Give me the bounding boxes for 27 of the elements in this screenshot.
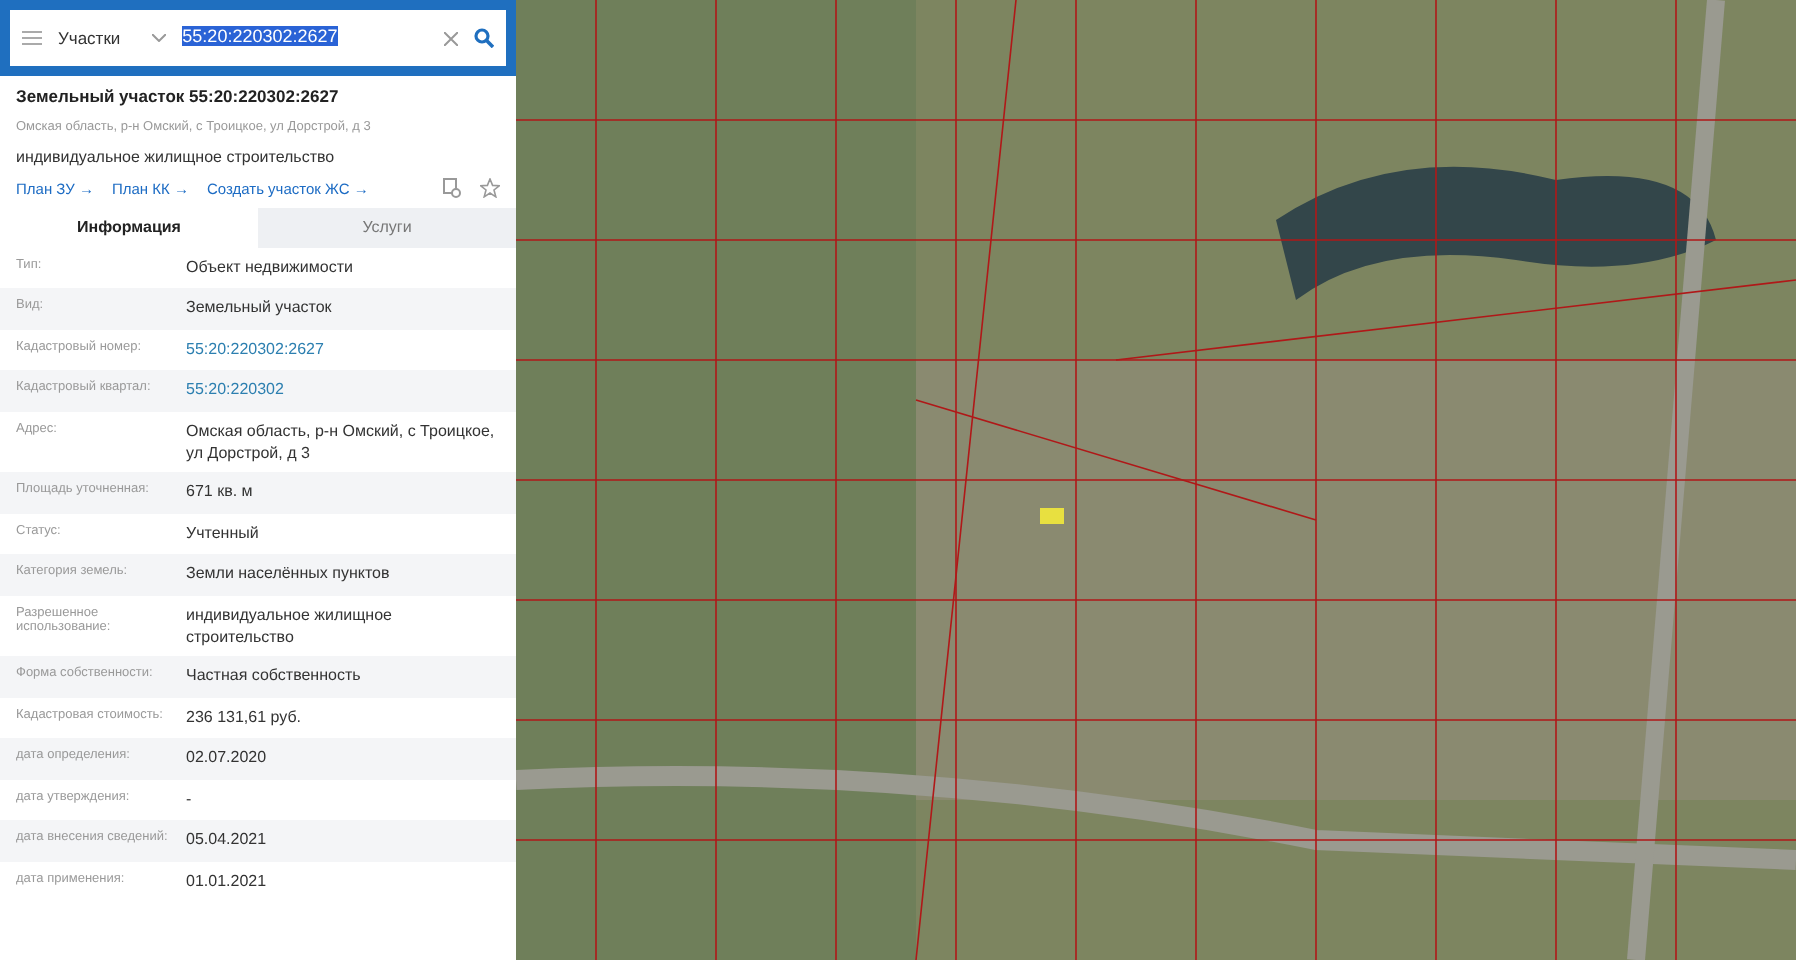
field-value: 236 131,61 руб.	[186, 705, 302, 728]
field-value: индивидуальное жилищное строительство	[186, 603, 394, 648]
field-value: 05.04.2021	[186, 828, 267, 851]
satellite-map-drawing[interactable]	[516, 0, 1796, 960]
category-dropdown[interactable]: Участки	[58, 25, 167, 51]
parcel-usage: индивидуальное жилищное строительство	[16, 145, 337, 169]
search-icon[interactable]	[474, 28, 494, 48]
field-value: Частная собственность	[186, 664, 361, 687]
field-value: -	[186, 787, 192, 810]
close-icon[interactable]	[444, 31, 458, 45]
field-link[interactable]: 55:20:220302	[186, 378, 284, 401]
document-icon[interactable]	[442, 178, 462, 199]
field-value: 671 кв. м	[186, 480, 253, 503]
field-value: 01.01.2021	[186, 869, 267, 892]
field-value: Земли населённых пунктов	[186, 562, 390, 585]
field-value: 02.07.2020	[186, 746, 267, 769]
parcel-title: Земельный участок 55:20:220302:2627	[16, 84, 341, 110]
menu-icon[interactable]	[22, 30, 42, 46]
field-value: Земельный участок	[186, 296, 332, 319]
field-value: Омская область, р-н Омский, с Троицкое, ул Дорстрой, д 3	[186, 419, 497, 465]
field-value: Объект недвижимости	[186, 255, 353, 278]
field-link[interactable]: 55:20:220302:2627	[186, 337, 324, 360]
caret-icon	[152, 34, 167, 42]
search-field[interactable]: 55:20:220302:2627	[182, 24, 428, 52]
star-icon[interactable]	[480, 178, 500, 199]
tab[interactable]: Услуги	[258, 207, 516, 248]
field-value: Учтенный	[186, 521, 259, 544]
